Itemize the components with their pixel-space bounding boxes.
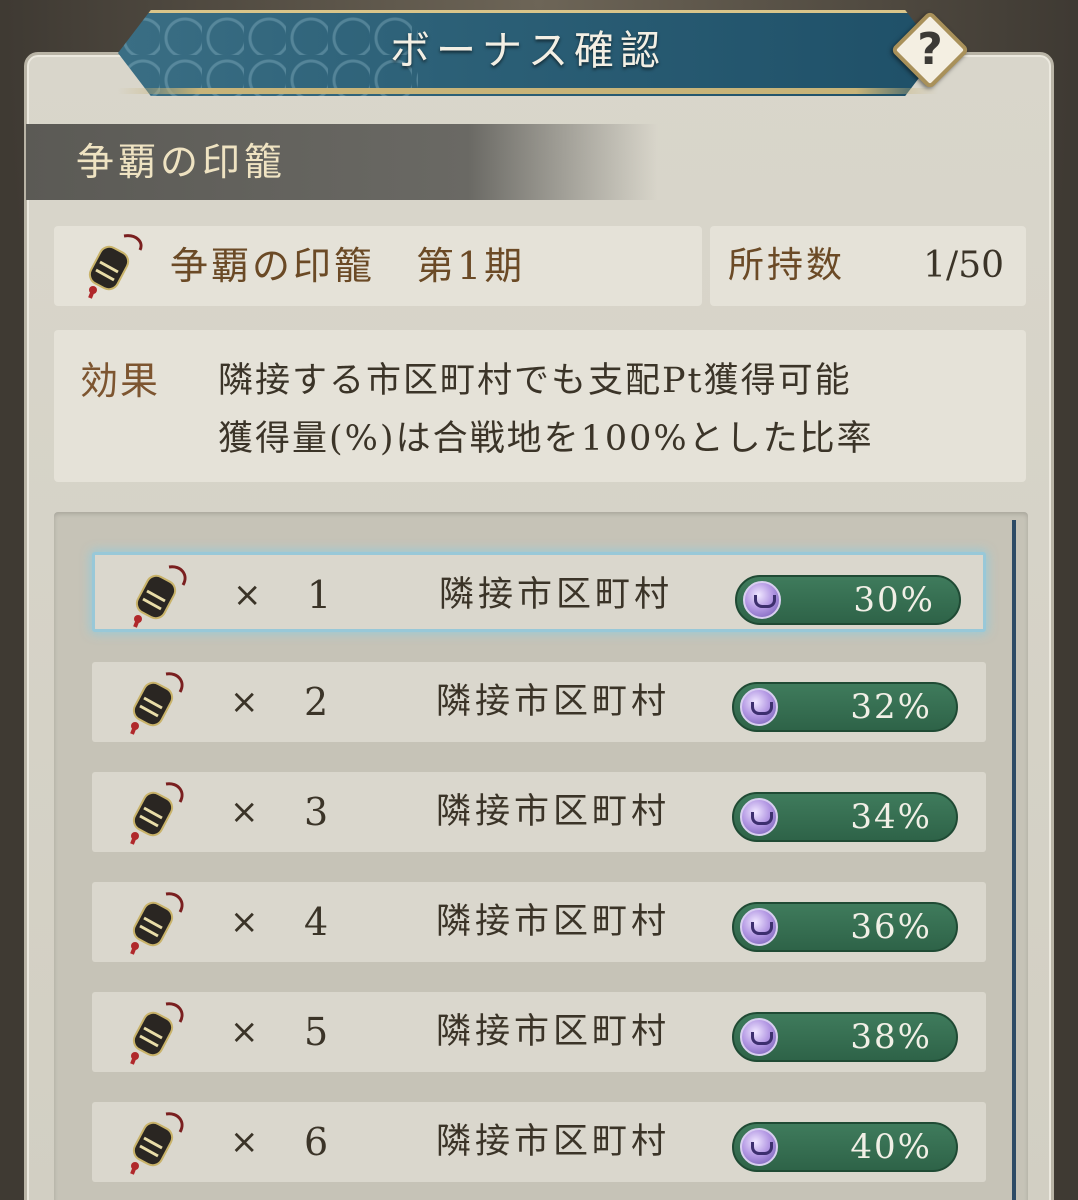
target-area: 隣接市区町村 xyxy=(436,792,671,832)
seal-case-icon xyxy=(130,1112,184,1175)
multiply-sign: × xyxy=(233,575,262,615)
bonus-orb-icon xyxy=(740,908,778,946)
multiply-sign: × xyxy=(230,902,259,942)
bonus-row-2[interactable]: × 2 隣接市区町村 32% xyxy=(92,662,986,742)
multiply-sign: × xyxy=(230,792,259,832)
bonus-rate-pill: 34% xyxy=(732,792,958,842)
bonus-row-4[interactable]: × 4 隣接市区町村 36% xyxy=(92,882,986,962)
seal-count: 4 xyxy=(304,900,329,944)
bonus-orb-icon xyxy=(740,798,778,836)
bonus-row-3[interactable]: × 3 隣接市区町村 34% xyxy=(92,772,986,852)
section-title: 争覇の印籠 xyxy=(76,140,287,184)
bonus-rate-pill: 32% xyxy=(732,682,958,732)
effect-line-1: 隣接する市区町村でも支配Pt獲得可能 xyxy=(218,361,852,401)
target-area: 隣接市区町村 xyxy=(436,1012,671,1052)
effect-box: 効果 隣接する市区町村でも支配Pt獲得可能 獲得量(%)は合戦地を100%とした… xyxy=(54,330,1026,482)
bonus-rate-pill: 38% xyxy=(732,1012,958,1062)
owned-value: 1/50 xyxy=(923,245,1004,286)
bonus-confirm-screen: ボーナス確認 ? 争覇の印籠 争覇の印籠 第1期 所持数 1/50 効果 隣接す… xyxy=(0,0,1078,1200)
effect-line-2: 獲得量(%)は合戦地を100%とした比率 xyxy=(218,419,874,459)
bonus-orb-icon xyxy=(740,1018,778,1056)
bonus-percent: 36% xyxy=(850,907,932,947)
target-area: 隣接市区町村 xyxy=(436,682,671,722)
seal-case-icon xyxy=(88,234,143,299)
multiply-sign: × xyxy=(230,1122,259,1162)
target-area: 隣接市区町村 xyxy=(439,575,674,615)
bonus-percent: 34% xyxy=(850,797,932,837)
seal-count: 1 xyxy=(307,573,332,617)
target-area: 隣接市区町村 xyxy=(436,1122,671,1162)
owned-count-box: 所持数 1/50 xyxy=(710,226,1026,306)
item-name-box: 争覇の印籠 第1期 xyxy=(54,226,702,306)
bonus-orb-icon xyxy=(740,688,778,726)
multiply-sign: × xyxy=(230,682,259,722)
seal-case-icon xyxy=(130,1002,184,1065)
seal-count: 2 xyxy=(304,680,329,724)
bonus-row-1[interactable]: × 1 隣接市区町村 30% xyxy=(92,552,986,632)
bonus-orb-icon xyxy=(740,1128,778,1166)
multiply-sign: × xyxy=(230,1012,259,1052)
bonus-row-6[interactable]: × 6 隣接市区町村 40% xyxy=(92,1102,986,1182)
section-header: 争覇の印籠 xyxy=(26,124,658,200)
bonus-rate-pill: 36% xyxy=(732,902,958,952)
owned-label: 所持数 xyxy=(728,245,846,286)
bonus-row-5[interactable]: × 5 隣接市区町村 38% xyxy=(92,992,986,1072)
list-scrollbar[interactable] xyxy=(1012,520,1016,1200)
bonus-percent: 38% xyxy=(850,1017,932,1057)
help-question-mark: ? xyxy=(917,24,943,75)
seal-count: 6 xyxy=(304,1120,329,1164)
bonus-percent: 30% xyxy=(853,580,935,620)
bonus-percent: 40% xyxy=(850,1127,932,1167)
item-name: 争覇の印籠 第1期 xyxy=(170,244,526,288)
seal-count: 3 xyxy=(304,790,329,834)
bonus-rate-pill: 40% xyxy=(732,1122,958,1172)
seal-count: 5 xyxy=(304,1010,329,1054)
seal-case-icon xyxy=(130,892,184,955)
dialog-title: ボーナス確認 xyxy=(390,28,666,74)
help-button[interactable]: ? xyxy=(888,8,972,92)
effect-label: 効果 xyxy=(80,359,161,403)
seal-case-icon xyxy=(133,565,187,628)
target-area: 隣接市区町村 xyxy=(436,902,671,942)
bonus-percent: 32% xyxy=(850,687,932,727)
banner-trim xyxy=(118,88,938,94)
bonus-orb-icon xyxy=(743,581,781,619)
bonus-rate-pill: 30% xyxy=(735,575,961,625)
seal-case-icon xyxy=(130,672,184,735)
seal-case-icon xyxy=(130,782,184,845)
